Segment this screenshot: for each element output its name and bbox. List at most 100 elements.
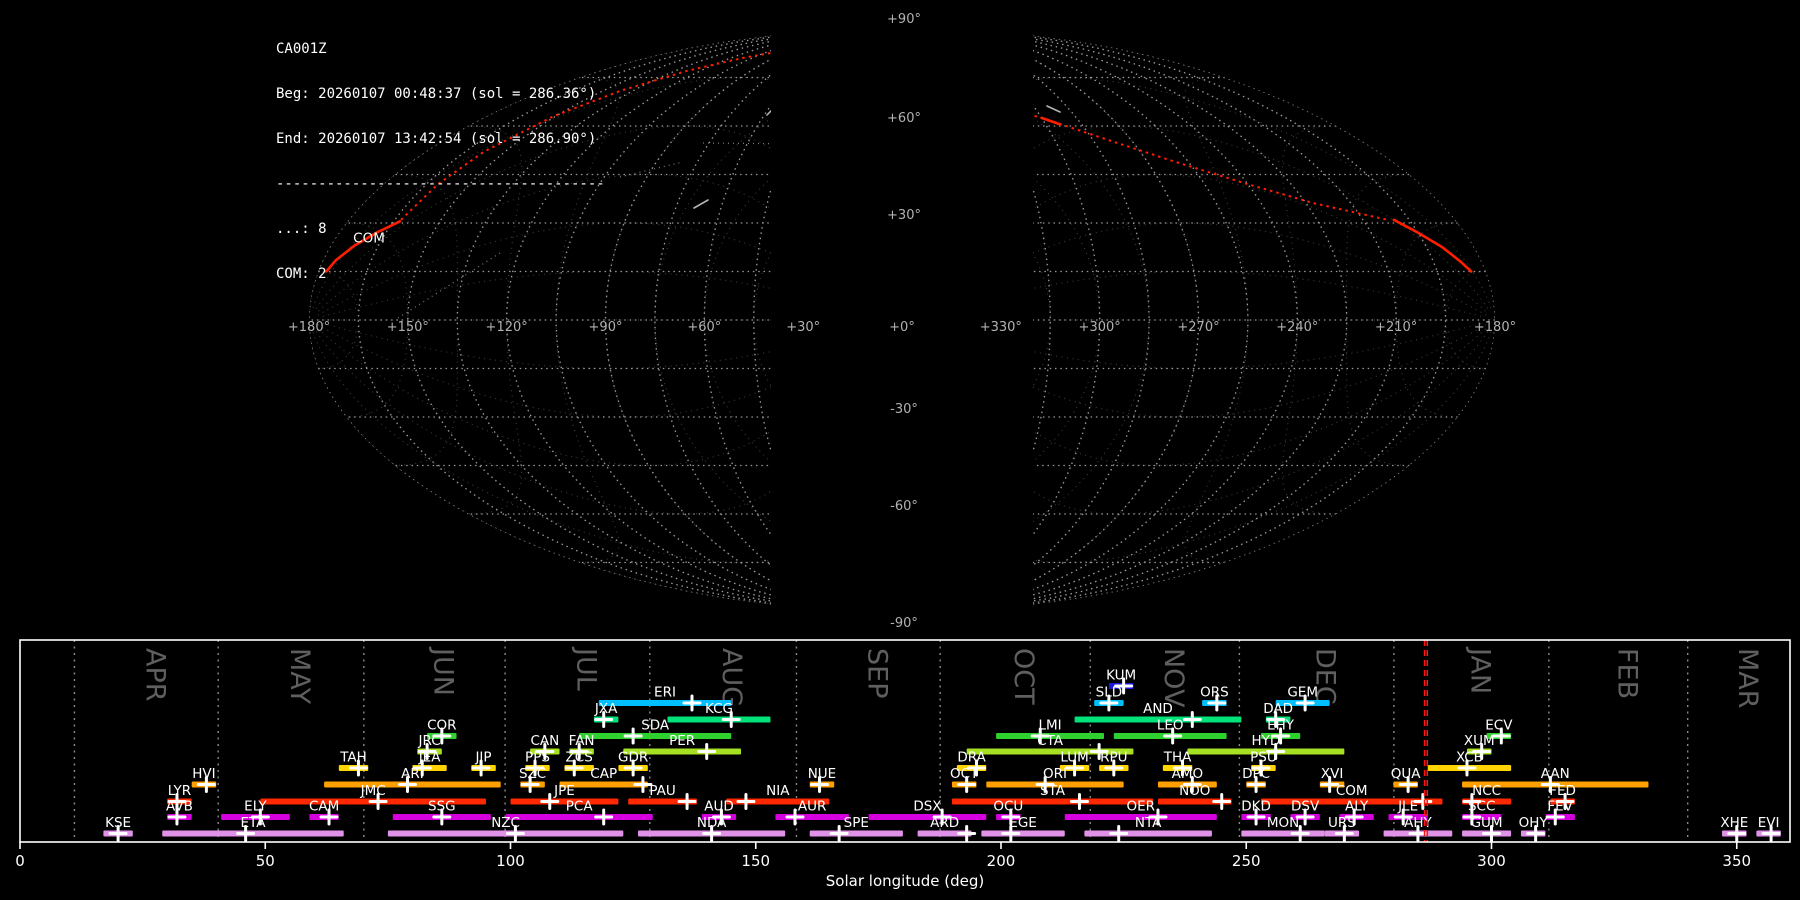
shower-code-label: ARI bbox=[401, 766, 424, 782]
shower-code-label: ORS bbox=[1200, 685, 1229, 701]
shower-code-label: SDA bbox=[641, 718, 670, 734]
shower-code-label: AND bbox=[1143, 701, 1173, 717]
shower-code-label: EVI bbox=[1758, 815, 1780, 831]
shower-XHE: XHE bbox=[1720, 815, 1748, 842]
shower-code-label: AVB bbox=[166, 799, 193, 815]
station-id: CA001Z bbox=[276, 41, 327, 57]
peak-marker bbox=[1069, 793, 1089, 810]
satellite-trail bbox=[702, 142, 807, 145]
shower-DPC: DPC bbox=[1242, 766, 1270, 793]
shower-code-label: LUM bbox=[1060, 750, 1088, 766]
shower-code-label: HVI bbox=[192, 766, 215, 782]
axis-tick-label: 150 bbox=[741, 852, 770, 870]
axis-tick-label: 250 bbox=[1232, 852, 1261, 870]
shower-NUE: NUE bbox=[808, 766, 836, 793]
peak-marker bbox=[1182, 711, 1202, 728]
shower-code-label: GUM bbox=[1471, 815, 1503, 831]
shower-GDR: GDR bbox=[618, 750, 648, 777]
shower-AVB: AVB bbox=[166, 799, 193, 826]
shower-URS: URS bbox=[1324, 815, 1360, 842]
shower-code-label: ARD bbox=[930, 815, 959, 831]
shower-code-label: FAN bbox=[569, 733, 595, 749]
peak-marker bbox=[736, 793, 756, 810]
end-time: End: 20260107 13:42:54 (sol = 286.90°) bbox=[276, 131, 597, 147]
shower-FEV: FEV bbox=[1545, 799, 1575, 826]
longitude-label: +330° bbox=[980, 320, 1022, 335]
shower-code-label: NIA bbox=[766, 783, 790, 799]
shower-code-label: NDA bbox=[697, 815, 727, 831]
month-label: AUG bbox=[716, 648, 747, 707]
shower-OCT: OCT bbox=[950, 766, 979, 793]
peak-marker bbox=[682, 694, 702, 712]
peak-marker bbox=[1212, 793, 1232, 810]
shower-activity-bars: KUM ERI SLD ORS GEM JXA KCG AND DAD COR SDA LMI LEO E… bbox=[103, 668, 1781, 842]
longitude-label: +90° bbox=[589, 320, 623, 335]
shower-code-label: CAP bbox=[590, 766, 617, 782]
shower-code-label: AMO bbox=[1172, 766, 1204, 782]
month-label: OCT bbox=[1008, 648, 1039, 705]
red-solid-arc bbox=[874, 52, 890, 78]
month-label: MAY bbox=[284, 648, 315, 705]
shower-code-label: KSE bbox=[105, 815, 131, 831]
axis-tick-label: 100 bbox=[496, 852, 525, 870]
meteor-track bbox=[766, 82, 799, 116]
x-axis-title: Solar longitude (deg) bbox=[826, 872, 984, 890]
shower-code-label: LYR bbox=[168, 783, 191, 799]
shower-code-label: SCC bbox=[1468, 799, 1495, 815]
activity-bar bbox=[667, 716, 771, 723]
axis-tick-label: 200 bbox=[987, 852, 1016, 870]
shower-code-label: MON bbox=[1267, 815, 1299, 831]
longitude-label: +270° bbox=[1177, 320, 1219, 335]
longitude-label: +180° bbox=[288, 320, 330, 335]
x-axis: 0 50 100 150 200 250 300 350 Solar longitude (de… bbox=[15, 639, 1791, 890]
shower-code-label: QUA bbox=[1391, 766, 1422, 782]
shower-code-label: NOO bbox=[1179, 783, 1210, 799]
longitude-label: +300° bbox=[1079, 320, 1121, 335]
shower-code-label: RPU bbox=[1100, 750, 1127, 766]
shower-code-label: OHY bbox=[1519, 815, 1549, 831]
activity-bar bbox=[579, 733, 732, 739]
peak-marker bbox=[677, 793, 697, 810]
shower-code-label: JRC bbox=[418, 733, 441, 749]
axis-tick-label: 300 bbox=[1477, 852, 1506, 870]
shower-code-label: AUD bbox=[704, 799, 734, 815]
shower-code-label: NCC bbox=[1472, 783, 1501, 799]
longitude-label: +30° bbox=[786, 320, 820, 335]
shower-code-label: ECV bbox=[1485, 718, 1513, 734]
shower-code-label: CAN bbox=[530, 733, 559, 749]
shower-code-label: SLD bbox=[1096, 685, 1123, 701]
shower-code-label: XVI bbox=[1321, 766, 1343, 782]
shower-code-label: NZC bbox=[491, 815, 520, 831]
shower-code-label: SZC bbox=[519, 766, 546, 782]
shower-JXA: JXA bbox=[593, 701, 619, 728]
shower-KSE: KSE bbox=[103, 815, 133, 842]
shower-code-label: KCG bbox=[705, 701, 733, 717]
sky-and-activity-plot: +90° +60° +30° -30° -60° -90° +180° +150° +120° +… bbox=[15, 12, 1791, 890]
activity-bar bbox=[1084, 830, 1212, 837]
latitude-label: +60° bbox=[887, 111, 921, 126]
shower-code-label: GDR bbox=[618, 750, 648, 766]
shower-SZC: SZC bbox=[519, 766, 546, 793]
shower-code-label: JMC bbox=[360, 783, 386, 799]
month-label: MAR bbox=[1732, 648, 1763, 709]
red-solid-arc bbox=[1392, 218, 1473, 273]
shower-code-label: JXA bbox=[594, 701, 618, 717]
shower-code-label: AAN bbox=[1541, 766, 1570, 782]
shower-code-label: JPE bbox=[553, 783, 575, 799]
shower-code-label: AHY bbox=[1404, 815, 1432, 831]
shower-code-label: CAM bbox=[309, 799, 339, 815]
shower-code-label: ELY bbox=[244, 799, 267, 815]
shower-code-label: ERI bbox=[654, 685, 676, 701]
shower-RPU: RPU bbox=[1099, 750, 1129, 777]
shower-code-label: JEA bbox=[418, 750, 442, 766]
shower-code-label: FED bbox=[1549, 783, 1576, 799]
meteor-track bbox=[967, 122, 980, 135]
activity-bar bbox=[1241, 830, 1325, 837]
shower-code-label: FEV bbox=[1547, 799, 1573, 815]
longitude-label: +210° bbox=[1375, 320, 1417, 335]
axis-tick-label: 50 bbox=[256, 852, 275, 870]
shower-code-label: DRA bbox=[957, 750, 986, 766]
observation-header: CA001Z Beg: 20260107 00:48:37 (sol = 286… bbox=[276, 12, 605, 312]
shower-code-label: KUM bbox=[1106, 668, 1136, 684]
longitude-label: +0° bbox=[889, 320, 915, 335]
